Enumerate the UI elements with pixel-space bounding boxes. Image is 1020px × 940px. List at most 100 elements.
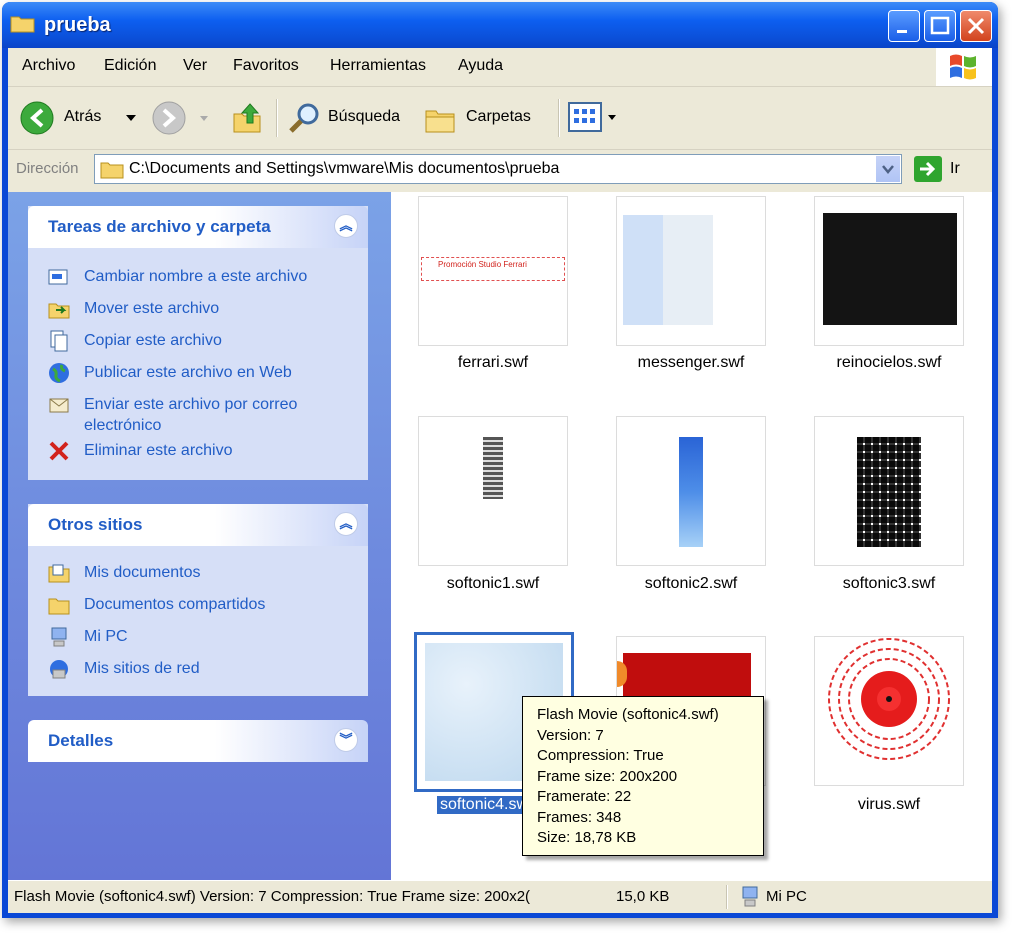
collapse-chevron-icon[interactable]: ︽ — [334, 214, 358, 238]
search-label: Búsqueda — [328, 108, 401, 125]
my-documents-icon — [48, 564, 70, 583]
place-network-label: Mis sitios de red — [84, 660, 200, 677]
views-button[interactable] — [568, 101, 618, 137]
tooltip-line: Framerate: 22 — [537, 788, 632, 805]
task-delete-label: Eliminar este archivo — [84, 442, 233, 459]
other-places-header[interactable]: Otros sitios ︽ — [28, 504, 368, 546]
thumbnail-graphic — [663, 215, 713, 325]
file-tasks-panel: Tareas de archivo y carpeta ︽ Cambiar no… — [28, 206, 368, 480]
up-folder-icon[interactable] — [230, 100, 266, 136]
thumbnail-graphic — [857, 437, 921, 547]
file-name: virus.swf — [857, 796, 921, 813]
task-pane: Tareas de archivo y carpeta ︽ Cambiar no… — [8, 192, 391, 880]
file-name: messenger.swf — [637, 354, 745, 371]
address-input[interactable]: C:\Documents and Settings\vmware\Mis doc… — [94, 154, 902, 184]
menu-herramientas[interactable]: Herramientas — [330, 57, 426, 75]
email-icon — [49, 398, 69, 413]
menu-favoritos[interactable]: Favoritos — [233, 57, 299, 75]
search-button[interactable]: Búsqueda — [288, 99, 412, 139]
title-bar[interactable]: prueba — [2, 2, 998, 48]
menu-edicion[interactable]: Edición — [104, 57, 156, 75]
toolbar-separator — [558, 99, 560, 137]
back-button[interactable]: Atrás — [20, 99, 138, 139]
file-tasks-title: Tareas de archivo y carpeta — [48, 217, 271, 236]
back-label: Atrás — [64, 108, 102, 125]
place-my-computer-label: Mi PC — [84, 628, 128, 645]
tooltip-line: Flash Movie (softonic4.swf) — [537, 706, 719, 723]
file-name: softonic1.swf — [446, 575, 540, 592]
thumbnail-banner: Promoción Studio Ferrari — [421, 257, 565, 281]
tooltip-line: Compression: True — [537, 747, 664, 764]
search-icon — [289, 103, 319, 133]
maximize-button[interactable] — [924, 10, 956, 42]
status-text: Flash Movie (softonic4.swf) Version: 7 C… — [14, 888, 531, 905]
shared-folder-icon — [48, 598, 70, 615]
close-icon — [967, 17, 985, 35]
file-thumbnail — [616, 416, 766, 566]
other-places-panel: Otros sitios ︽ Mis documentos Documentos… — [28, 504, 368, 696]
folders-button[interactable]: Carpetas — [424, 99, 548, 139]
tooltip-line: Frame size: 200x200 — [537, 767, 678, 785]
status-separator — [726, 885, 728, 909]
folder-icon — [10, 16, 35, 33]
file-thumbnail — [616, 196, 766, 346]
thumbnail-graphic — [823, 213, 957, 325]
details-panel: Detalles ︾ — [28, 720, 368, 762]
minimize-button[interactable] — [888, 10, 920, 42]
details-header[interactable]: Detalles ︾ — [28, 720, 368, 762]
go-button[interactable] — [914, 156, 942, 182]
delete-x-icon — [49, 441, 69, 461]
task-copy-label: Copiar este archivo — [84, 332, 222, 349]
address-path: C:\Documents and Settings\vmware\Mis doc… — [129, 160, 560, 177]
file-info-tooltip: Flash Movie (softonic4.swf) Version: 7 C… — [522, 696, 764, 856]
file-thumbnail: Promoción Studio Ferrari — [418, 196, 568, 346]
status-bar: Flash Movie (softonic4.swf) Version: 7 C… — [8, 880, 992, 913]
address-bar: Dirección C:\Documents and Settings\vmwa… — [8, 150, 992, 190]
file-thumbnail — [814, 416, 964, 566]
move-icon — [48, 303, 70, 319]
chevron-down-icon — [882, 165, 894, 174]
tooltip-line: Frames: 348 — [537, 808, 622, 826]
place-shared-documents-label: Documentos compartidos — [84, 596, 266, 613]
window-body: Archivo Edición Ver Favoritos Herramient… — [8, 48, 992, 913]
task-email-label: Enviar este archivo por correo electróni… — [84, 396, 298, 434]
task-rename-label: Cambiar nombre a este archivo — [84, 268, 308, 285]
menu-ver[interactable]: Ver — [183, 57, 207, 75]
file-tasks-header[interactable]: Tareas de archivo y carpeta ︽ — [28, 206, 368, 248]
forward-button[interactable] — [152, 99, 212, 139]
thumbnail-graphic — [483, 437, 503, 499]
file-thumbnail — [418, 416, 568, 566]
computer-icon — [742, 886, 758, 907]
views-dropdown-icon — [608, 115, 616, 120]
menu-archivo[interactable]: Archivo — [22, 57, 75, 75]
thumbnail-caption: Promoción Studio Ferrari — [438, 260, 527, 269]
task-move-label: Mover este archivo — [84, 300, 220, 317]
windows-flag-icon — [950, 54, 976, 80]
network-places-icon — [50, 660, 68, 679]
collapse-chevron-icon[interactable]: ︽ — [334, 512, 358, 536]
file-name: ferrari.swf — [457, 354, 529, 371]
file-name: reinocielos.swf — [836, 354, 942, 371]
file-thumbnail — [814, 196, 964, 346]
expand-chevron-icon[interactable]: ︾ — [334, 728, 358, 752]
status-size: 15,0 KB — [616, 888, 670, 905]
back-dropdown-icon[interactable] — [126, 115, 136, 123]
views-icon — [568, 102, 602, 132]
thumbnail-graphic — [679, 437, 703, 547]
copy-icon — [50, 330, 68, 352]
forward-dropdown-icon — [200, 116, 208, 121]
thumbnail-graphic — [828, 638, 950, 760]
go-arrow-icon — [920, 161, 936, 177]
go-label[interactable]: Ir — [950, 160, 960, 178]
close-button[interactable] — [960, 10, 992, 42]
menu-ayuda[interactable]: Ayuda — [458, 57, 503, 75]
maximize-icon — [930, 16, 950, 35]
address-dropdown-button[interactable] — [875, 156, 900, 182]
toolbar: Atrás Búsqueda Carpetas — [8, 87, 992, 150]
forward-arrow-icon — [152, 101, 186, 135]
menu-bar: Archivo Edición Ver Favoritos Herramient… — [8, 48, 992, 87]
back-arrow-icon — [20, 101, 54, 135]
file-name: softonic4.sw — [437, 796, 532, 814]
windows-logo — [936, 48, 992, 86]
globe-icon — [49, 363, 69, 383]
